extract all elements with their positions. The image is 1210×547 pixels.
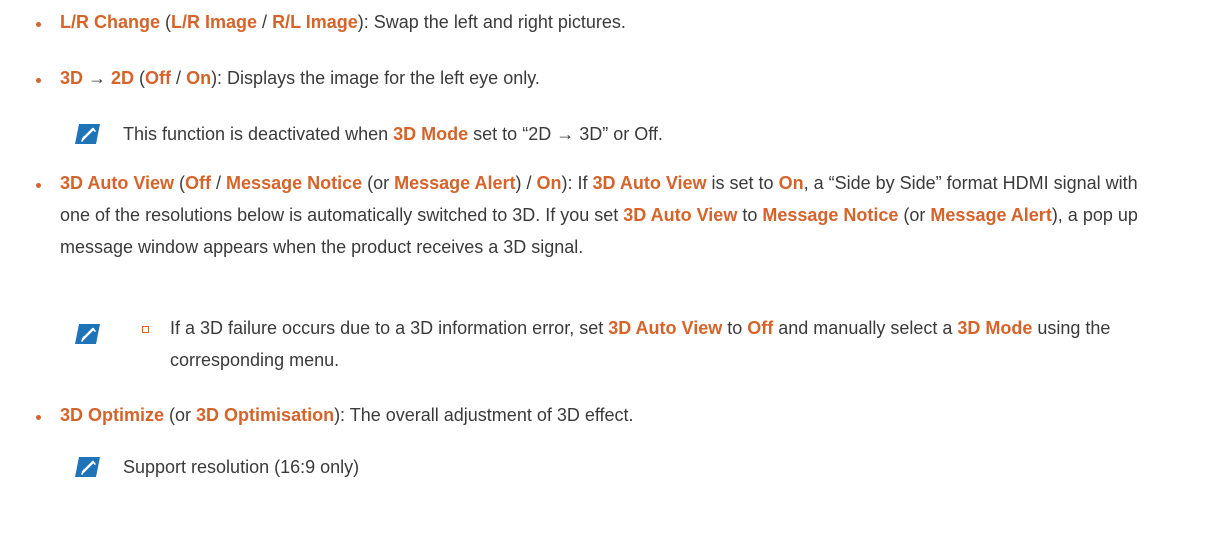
bullet-text: 3D → 2D (Off / On): Displays the image f…	[60, 62, 1170, 94]
text-run: (or	[362, 173, 395, 193]
text-run: (	[160, 12, 172, 32]
note-pencil-icon	[72, 122, 102, 146]
text-run: This function is deactivated when	[123, 124, 394, 144]
menu-term: 3D Auto View	[60, 173, 175, 193]
menu-term: Off	[185, 173, 212, 193]
text-run: ): Swap the left and right pictures.	[357, 12, 626, 32]
text-run: ): If	[561, 173, 593, 193]
text-run: ) /	[515, 173, 537, 193]
menu-term: Message Alert	[930, 205, 1052, 225]
text-run: /	[211, 173, 227, 193]
menu-term: 3D Optimize	[60, 405, 165, 425]
bullet-item-3d-auto-view: 3D Auto View (Off / Message Notice (or M…	[0, 167, 1210, 295]
menu-term: Off	[747, 318, 774, 338]
menu-term: 3D Auto View	[592, 173, 707, 193]
bullet-text: L/R Change (L/R Image / R/L Image): Swap…	[60, 6, 1170, 38]
note-support-resolution: Support resolution (16:9 only)	[0, 451, 1210, 483]
text-run: /	[171, 68, 187, 88]
text-run: ): Displays the image for the left eye o…	[211, 68, 540, 88]
menu-term: 2D	[111, 68, 135, 88]
menu-term: R/L Image	[272, 12, 358, 32]
note-text: Support resolution (16:9 only)	[123, 451, 1170, 483]
menu-term: Message Notice	[762, 205, 899, 225]
menu-term: Message Alert	[394, 173, 516, 193]
menu-term: On	[536, 173, 562, 193]
bullet-text: 3D Auto View (Off / Message Notice (or M…	[60, 167, 1170, 263]
bullet-item-lr-change: L/R Change (L/R Image / R/L Image): Swap…	[0, 6, 1210, 38]
text-run: (	[134, 68, 146, 88]
menu-term: 3D Mode	[393, 124, 469, 144]
text-run: and manually select a	[773, 318, 958, 338]
bullet-item-3d-to-2d: 3D → 2D (Off / On): Displays the image f…	[0, 62, 1210, 94]
menu-term: 3D Auto View	[623, 205, 738, 225]
menu-term: 3D	[60, 68, 84, 88]
note-text: This function is deactivated when 3D Mod…	[123, 118, 1170, 150]
bullet-item-3d-optimize: 3D Optimize (or 3D Optimisation): The ov…	[0, 399, 1210, 431]
text-run: (or	[164, 405, 197, 425]
text-run: →	[83, 68, 112, 88]
bullet-dot-icon	[36, 22, 41, 27]
menu-term: 3D Mode	[957, 318, 1033, 338]
note-pencil-icon	[72, 455, 102, 479]
note-3d-failure: If a 3D failure occurs due to a 3D infor…	[0, 312, 1210, 376]
text-run: set to “2D → 3D” or Off.	[468, 124, 663, 144]
bullet-dot-icon	[36, 78, 41, 83]
note-3d-mode: This function is deactivated when 3D Mod…	[0, 118, 1210, 150]
bullet-dot-icon	[36, 415, 41, 420]
note-text: If a 3D failure occurs due to a 3D infor…	[170, 312, 1170, 376]
text-run: is set to	[706, 173, 779, 193]
text-run: Support resolution (16:9 only)	[123, 457, 360, 477]
menu-term: On	[186, 68, 212, 88]
text-run: (or	[898, 205, 931, 225]
sub-bullet-square-icon	[142, 326, 149, 333]
text-run: (	[174, 173, 186, 193]
menu-term: L/R Change	[60, 12, 161, 32]
menu-term: L/R Image	[171, 12, 258, 32]
menu-term: 3D Optimisation	[196, 405, 335, 425]
menu-term: 3D Auto View	[608, 318, 723, 338]
bullet-dot-icon	[36, 183, 41, 188]
text-run: If a 3D failure occurs due to a 3D infor…	[170, 318, 609, 338]
text-run: /	[257, 12, 273, 32]
bullet-text: 3D Optimize (or 3D Optimisation): The ov…	[60, 399, 1170, 431]
note-pencil-icon	[72, 322, 102, 346]
menu-term: Off	[145, 68, 172, 88]
text-run: to	[722, 318, 748, 338]
menu-term: Message Notice	[226, 173, 363, 193]
text-run: ): The overall adjustment of 3D effect.	[334, 405, 634, 425]
text-run: to	[737, 205, 763, 225]
menu-term: On	[778, 173, 804, 193]
